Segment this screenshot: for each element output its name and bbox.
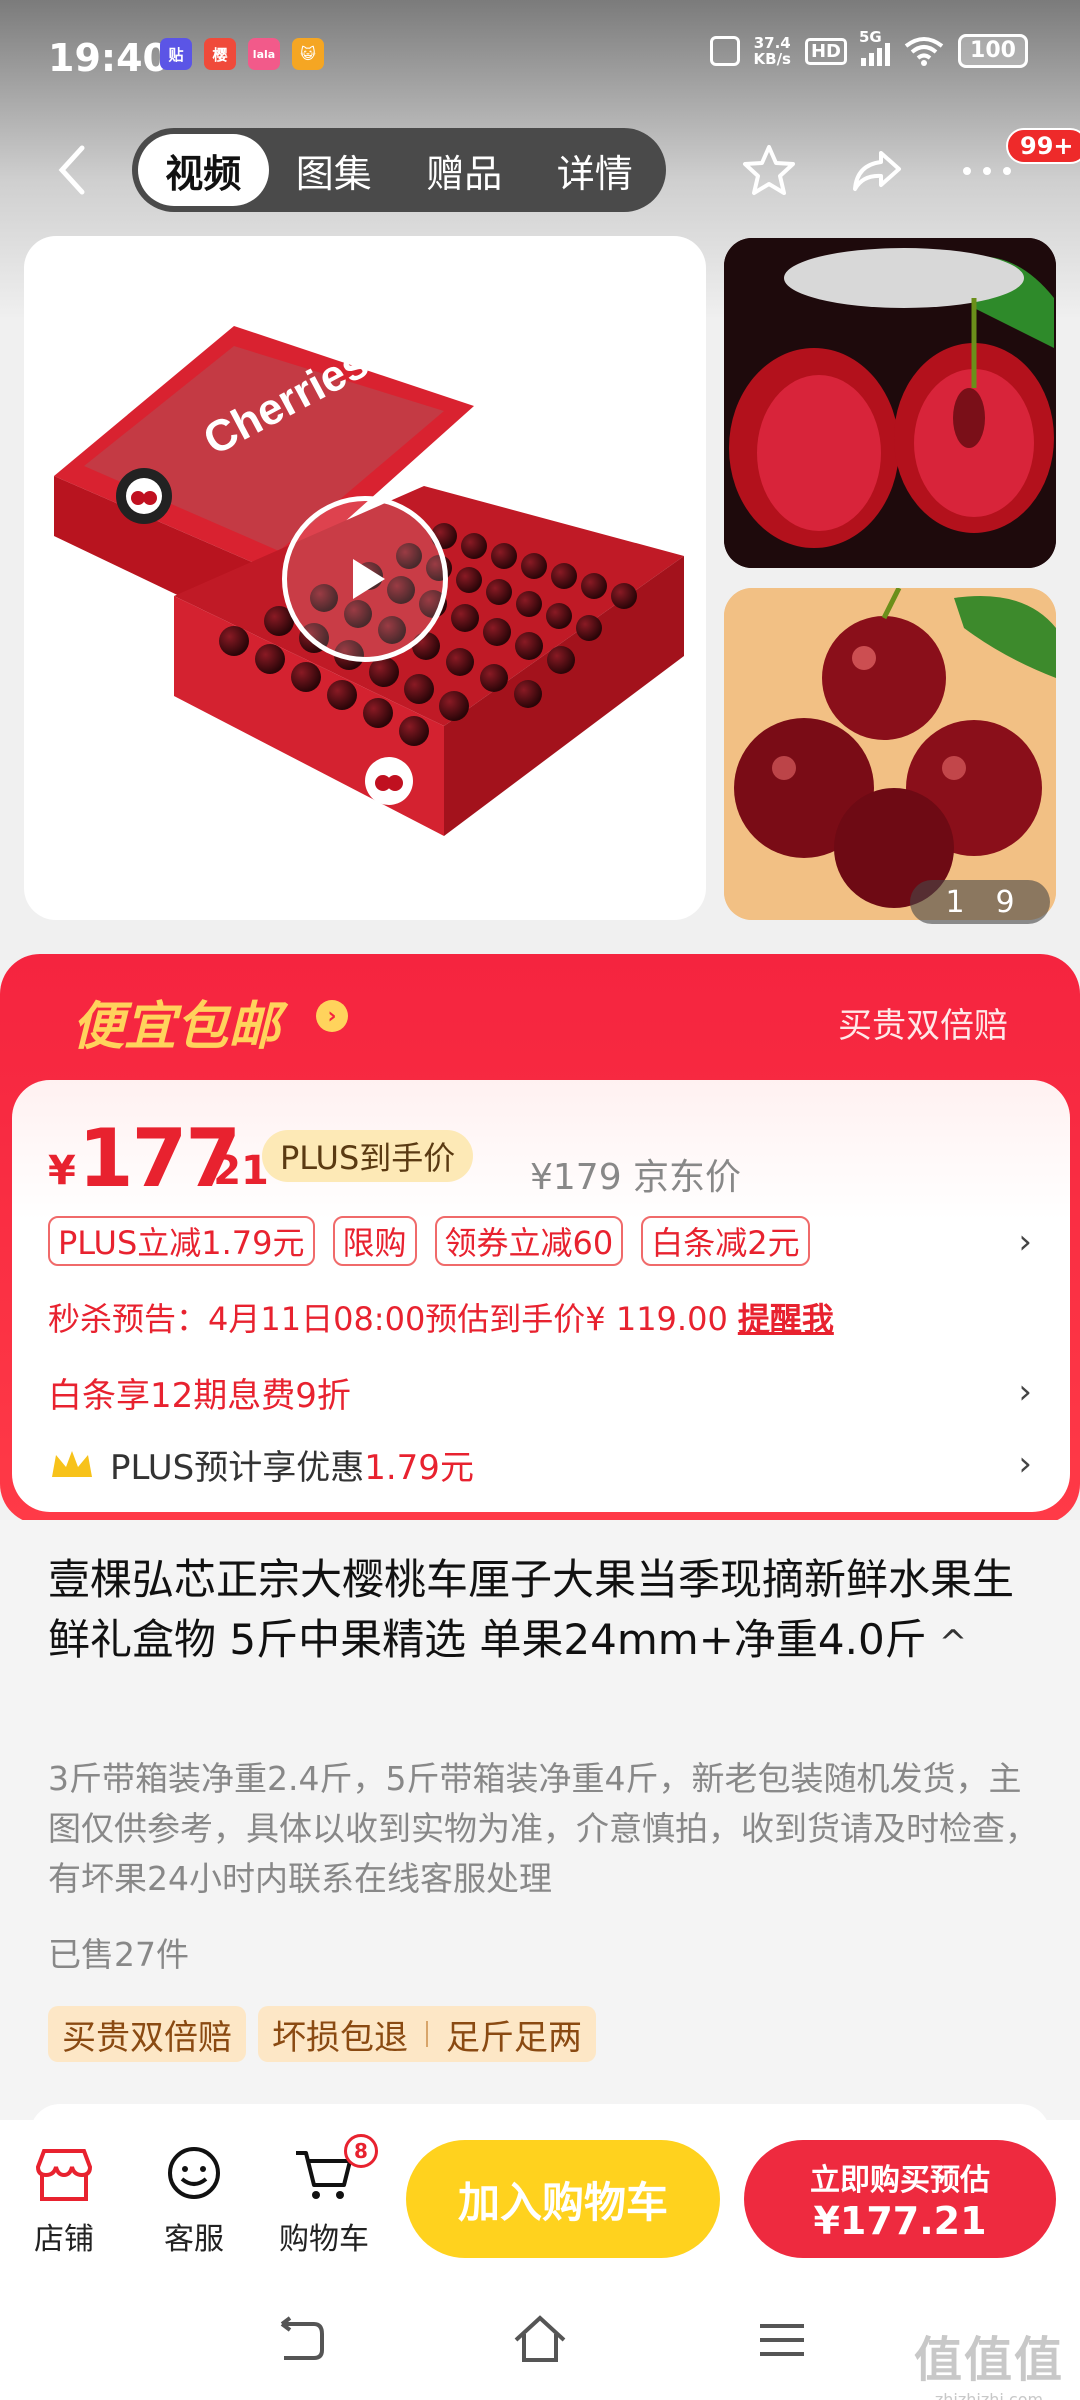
watermark-text: 值值值: [913, 2332, 1064, 2388]
flash-sale-preview: 秒杀预告：4月11日08:00预估到手价¥ 119.00 提醒我: [48, 1294, 834, 1340]
chevron-right-icon[interactable]: ›: [316, 1000, 348, 1032]
chevron-right-icon[interactable]: ›: [1018, 1444, 1032, 1484]
network-type: 5G: [859, 28, 882, 46]
service-tag: 足斤足两: [446, 2017, 582, 2058]
plus-price-tag: PLUS到手价: [262, 1130, 474, 1182]
counter-current: 1: [945, 884, 965, 920]
plus-benefit-label: PLUS预计享优惠: [110, 1448, 365, 1488]
service-label: 客服: [164, 2222, 224, 2257]
flash-sale-text: 秒杀预告：4月11日08:00预估到手价¥ 119.00: [48, 1300, 728, 1338]
back-arrow-icon: [58, 145, 85, 195]
promo-title[interactable]: 便宜包邮: [72, 984, 280, 1059]
status-indicators: 37.4 KB/s HD 5G 100: [709, 28, 1028, 68]
app-notification-icon: 😺: [292, 38, 324, 70]
tab-video[interactable]: 视频: [138, 134, 269, 206]
chevron-right-icon[interactable]: ›: [1018, 1372, 1032, 1412]
battery-icon: 100: [958, 34, 1028, 68]
status-time: 19:40: [48, 36, 169, 80]
main-video-thumbnail[interactable]: Cherries: [24, 236, 706, 920]
product-title: 壹棵弘芯正宗大樱桃车厘子大果当季现摘新鲜水果生鲜礼盒物 5斤中果精选 单果24m…: [48, 1550, 1028, 1673]
plus-benefit-row[interactable]: PLUS预计享优惠1.79元: [48, 1440, 474, 1489]
coupon-tag[interactable]: 白条减2元: [641, 1216, 810, 1266]
chat-smile-icon: [134, 2136, 254, 2214]
price-decimal: .21: [198, 1148, 269, 1194]
jd-reference-price: ¥179 京东价: [530, 1157, 742, 1198]
collapse-icon[interactable]: ^: [939, 1623, 968, 1663]
system-back-icon[interactable]: [270, 2310, 330, 2370]
cart-icon: 8: [264, 2134, 384, 2214]
app-notification-icon: lala: [248, 38, 280, 70]
coupon-tag[interactable]: 限购: [332, 1216, 417, 1266]
tag-divider: [426, 2021, 428, 2047]
coupon-tag[interactable]: 领券立减60: [434, 1216, 624, 1266]
coupon-row[interactable]: PLUS立减1.79元 限购 领券立减60 白条减2元: [48, 1216, 810, 1266]
crown-icon: [52, 1450, 92, 1477]
shop-label: 店铺: [34, 2222, 94, 2257]
customer-service-button[interactable]: 客服: [134, 2136, 254, 2258]
status-bar: 19:40 贴 樱 lala 😺 37.4 KB/s HD 5G 100: [0, 0, 1080, 118]
watermark-url: zhizhizhi.com: [934, 2390, 1044, 2400]
service-tag-group[interactable]: 坏损包退 足斤足两: [258, 2006, 596, 2062]
cart-button[interactable]: 8 购物车: [264, 2134, 384, 2258]
service-tags[interactable]: 买贵双倍赔 坏损包退 足斤足两: [48, 2006, 596, 2062]
speed-value: 37.4: [753, 34, 791, 52]
gallery-thumbnail-cherry-halves[interactable]: [724, 238, 1056, 568]
shop-button[interactable]: 店铺: [4, 2136, 124, 2258]
shop-icon: [4, 2136, 124, 2214]
message-badge: 99+: [1006, 128, 1080, 164]
add-to-cart-button[interactable]: 加入购物车: [406, 2140, 720, 2258]
product-description: 3斤带箱装净重2.4斤，5斤带箱装净重4斤，新老包装随机发货，主图仅供参考，具体…: [48, 1759, 1038, 1898]
play-icon[interactable]: [282, 496, 448, 662]
favorite-star-icon[interactable]: [736, 138, 802, 204]
price-guarantee[interactable]: 买贵双倍赔: [838, 998, 1008, 1047]
image-counter: 1 9: [910, 880, 1050, 924]
gallery-thumbnail-cherry-cluster[interactable]: [724, 588, 1056, 920]
back-button[interactable]: [48, 140, 98, 200]
vibrate-icon: [709, 36, 740, 66]
signal-icon: 5G: [859, 28, 890, 66]
service-tag: 坏损包退: [272, 2017, 408, 2058]
sold-count: 已售27件: [48, 1935, 189, 1974]
coupon-tag[interactable]: PLUS立减1.79元: [48, 1216, 315, 1266]
tab-gallery[interactable]: 图集: [269, 134, 400, 206]
tab-details[interactable]: 详情: [530, 134, 661, 206]
buy-now-button[interactable]: 立即购买预估 ¥177.21: [744, 2140, 1056, 2258]
speed-unit: KB/s: [753, 50, 791, 68]
chevron-right-icon[interactable]: ›: [1018, 1222, 1032, 1262]
system-home-icon[interactable]: [510, 2310, 570, 2370]
app-notification-icon: 贴: [160, 38, 192, 70]
system-menu-icon[interactable]: [752, 2310, 812, 2370]
price-currency: ¥: [48, 1148, 76, 1194]
hd-icon: HD: [804, 37, 847, 65]
tab-gifts[interactable]: 赠品: [399, 134, 530, 206]
site-watermark: 值值值 zhizhizhi.com: [914, 2320, 1064, 2400]
network-speed: 37.4 KB/s: [754, 35, 791, 67]
plus-benefit-amount: 1.79元: [364, 1448, 474, 1488]
app-notification-icon: 樱: [204, 38, 236, 70]
buy-now-price: ¥177.21: [813, 2199, 987, 2243]
wifi-icon: [904, 36, 944, 66]
counter-total: 9: [995, 884, 1015, 920]
notification-icons: 贴 樱 lala 😺: [160, 38, 324, 70]
media-tabs: 视频 图集 赠品 详情: [132, 128, 666, 212]
product-title-text: 壹棵弘芯正宗大樱桃车厘子大果当季现摘新鲜水果生鲜礼盒物 5斤中果精选 单果24m…: [48, 1555, 1015, 1664]
share-icon[interactable]: [844, 138, 910, 204]
installment-offer[interactable]: 白条享12期息费9折: [48, 1368, 351, 1417]
cart-label: 购物车: [279, 2222, 369, 2257]
buy-now-label: 立即购买预估: [810, 2163, 990, 2198]
service-tag[interactable]: 买贵双倍赔: [48, 2006, 246, 2062]
cart-count-badge: 8: [344, 2134, 378, 2168]
remind-me-link[interactable]: 提醒我: [738, 1300, 834, 1338]
